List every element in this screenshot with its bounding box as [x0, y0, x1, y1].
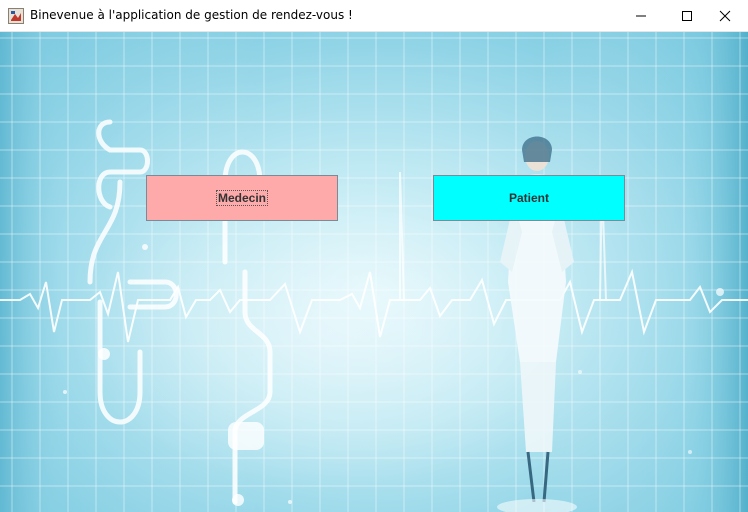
title-bar[interactable]: Binevenue à l'application de gestion de … — [0, 0, 748, 32]
patient-button[interactable]: Patient — [433, 175, 625, 221]
minimize-icon — [635, 10, 647, 22]
app-window: Binevenue à l'application de gestion de … — [0, 0, 748, 512]
maximize-icon — [681, 10, 693, 22]
patient-button-label: Patient — [508, 191, 549, 205]
content-panel: Medecin Patient — [0, 32, 748, 512]
window-title: Binevenue à l'application de gestion de … — [30, 8, 353, 22]
close-button[interactable] — [702, 0, 748, 31]
medecin-button-label: Medecin — [215, 190, 269, 206]
medical-background-image — [0, 32, 748, 512]
pill-decoration — [228, 422, 264, 450]
java-app-icon — [8, 8, 24, 24]
minimize-button[interactable] — [618, 0, 664, 31]
close-icon — [719, 10, 731, 22]
medecin-button[interactable]: Medecin — [146, 175, 338, 221]
